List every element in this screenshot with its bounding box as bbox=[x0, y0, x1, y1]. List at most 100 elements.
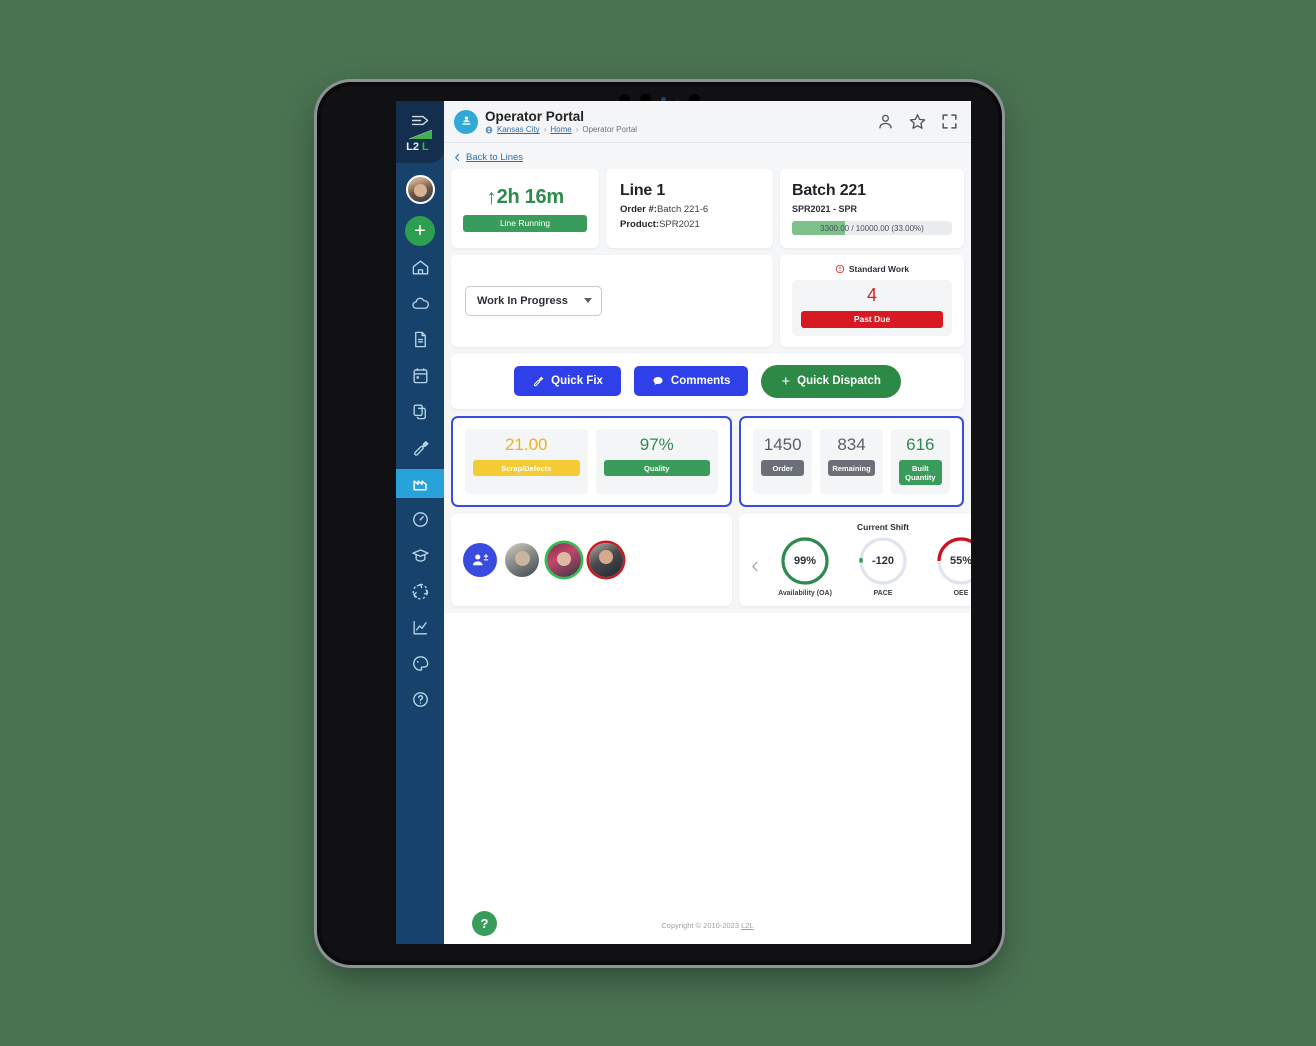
plus-icon: + bbox=[781, 372, 791, 390]
batch-progress-bar: 3300.00 / 10000.00 (33.00%) bbox=[792, 221, 952, 235]
gauge-availability[interactable]: 99% Availability (OA) bbox=[767, 535, 843, 597]
work-in-progress-card: Work In Progress bbox=[451, 255, 773, 347]
gauge-value: -120 bbox=[871, 555, 895, 568]
operator-glyph bbox=[461, 116, 471, 125]
operator-avatar-1[interactable] bbox=[505, 543, 539, 578]
gauge-ring: 55% bbox=[935, 535, 971, 587]
sidebar-item-cloud[interactable] bbox=[396, 289, 444, 318]
comments-label: Comments bbox=[670, 375, 731, 388]
chevron-left-icon bbox=[455, 154, 460, 161]
fullscreen-icon[interactable] bbox=[940, 112, 959, 131]
batch-progress-text: 3300.00 / 10000.00 (33.00%) bbox=[820, 223, 924, 233]
line-status-badge: Line Running bbox=[463, 214, 587, 232]
breadcrumb-separator-1: › bbox=[543, 125, 547, 135]
alert-circle-icon bbox=[835, 264, 845, 274]
built-qty-value: 616 bbox=[906, 434, 935, 454]
product-label: Product: bbox=[620, 219, 660, 230]
line-chart-icon bbox=[412, 621, 427, 635]
gauge-oee[interactable]: 55% OEE bbox=[923, 535, 971, 597]
app-header: Operator Portal Kansas City › Home › Ope… bbox=[444, 101, 971, 143]
copyright-brand[interactable]: L2L bbox=[741, 921, 754, 930]
order-row: Order #:Batch 221-6 bbox=[620, 204, 759, 215]
breadcrumb-site[interactable]: Kansas City bbox=[497, 125, 540, 134]
kpi-tile[interactable]: 834 Remaining bbox=[820, 428, 883, 495]
shift-prev-button[interactable] bbox=[745, 560, 765, 573]
sidebar-item-production[interactable] bbox=[396, 469, 444, 498]
user-icon[interactable] bbox=[876, 112, 895, 131]
back-to-lines[interactable]: Back to Lines bbox=[451, 149, 964, 169]
sidebar-item-help[interactable] bbox=[396, 685, 444, 714]
tablet-device-frame: L2 L + Operator Portal Kansas City › Hom… bbox=[317, 82, 1002, 965]
question-circle-icon bbox=[412, 692, 428, 707]
action-buttons-card: Quick Fix Comments + Quick Dispatch bbox=[451, 353, 964, 409]
runtime-value-row: ↑ 2h 16m bbox=[486, 186, 564, 209]
kpi-row: 21.00 Scrap/Defects 97% Quality 1450 Ord… bbox=[451, 415, 964, 508]
svg-text:L2: L2 bbox=[406, 141, 419, 152]
quality-kpi-card[interactable]: 21.00 Scrap/Defects 97% Quality bbox=[451, 415, 732, 508]
help-button[interactable]: ? bbox=[472, 911, 497, 936]
sidebar-item-maintenance[interactable] bbox=[396, 433, 444, 462]
quick-dispatch-button[interactable]: + Quick Dispatch bbox=[761, 364, 901, 398]
sidebar-item-analytics[interactable] bbox=[396, 613, 444, 642]
operator-avatar-2[interactable] bbox=[547, 543, 581, 578]
sidebar-user-avatar[interactable] bbox=[405, 175, 435, 204]
document-icon bbox=[414, 331, 426, 348]
sidebar-item-theme[interactable] bbox=[396, 649, 444, 678]
recycle-icon bbox=[412, 583, 428, 600]
kpi-tile[interactable]: 1450 Order bbox=[753, 428, 813, 495]
copy-icon bbox=[412, 404, 426, 420]
scrap-value: 21.00 bbox=[504, 434, 548, 454]
sidebar-item-cycle[interactable] bbox=[396, 577, 444, 606]
breadcrumb-separator-2: › bbox=[575, 125, 579, 135]
quick-dispatch-label: Quick Dispatch bbox=[797, 375, 881, 388]
quick-fix-button[interactable]: Quick Fix bbox=[514, 366, 621, 397]
header-actions bbox=[876, 112, 959, 131]
arrow-up-icon: ↑ bbox=[486, 185, 497, 209]
work-status-value: Work In Progress bbox=[477, 294, 568, 307]
comments-button[interactable]: Comments bbox=[633, 366, 749, 397]
breadcrumb-home[interactable]: Home bbox=[550, 125, 571, 134]
shift-gauges: 99% Availability (OA) -120 PACE 55% OEE bbox=[745, 535, 971, 597]
order-value: Batch 221-6 bbox=[656, 204, 709, 215]
breadcrumb: Kansas City › Home › Operator Portal bbox=[485, 125, 876, 134]
back-to-lines-label[interactable]: Back to Lines bbox=[466, 152, 523, 163]
sidebar-brand[interactable]: L2 L bbox=[396, 101, 444, 163]
sidebar-item-training[interactable] bbox=[396, 541, 444, 570]
runtime-card: ↑ 2h 16m Line Running bbox=[451, 169, 599, 248]
operator-badge-icon bbox=[454, 109, 478, 134]
page-title: Operator Portal bbox=[485, 108, 585, 124]
sidebar-item-clipboard[interactable] bbox=[396, 397, 444, 426]
shift-title: Current Shift bbox=[857, 522, 909, 533]
chevron-left-icon bbox=[751, 561, 758, 572]
menu-collapse-icon[interactable] bbox=[411, 114, 430, 127]
gauge-label: OEE bbox=[953, 590, 969, 598]
graduation-cap-icon bbox=[411, 549, 429, 562]
kpi-tile[interactable]: 97% Quality bbox=[595, 428, 718, 495]
sidebar-add-button[interactable]: + bbox=[405, 216, 435, 246]
page-body: Back to Lines ↑ 2h 16m Line Running Line… bbox=[444, 143, 971, 944]
production-kpi-card[interactable]: 1450 Order 834 Remaining 616 Built Quant… bbox=[739, 415, 964, 508]
gauge-pace[interactable]: -120 PACE bbox=[845, 535, 921, 597]
line-name: Line 1 bbox=[620, 182, 666, 199]
kpi-tile[interactable]: 616 Built Quantity bbox=[890, 428, 950, 495]
remaining-value: 834 bbox=[837, 434, 866, 454]
current-shift-card: Current Shift 99% Availability (OA) -120… bbox=[739, 514, 971, 607]
l2l-logo: L2 L bbox=[406, 129, 434, 152]
chevron-down-icon bbox=[583, 298, 592, 304]
work-status-select[interactable]: Work In Progress bbox=[465, 285, 602, 316]
sidebar-item-documents[interactable] bbox=[396, 325, 444, 354]
product-row: Product:SPR2021 bbox=[620, 219, 759, 230]
standard-work-header: Standard Work bbox=[792, 264, 952, 274]
standard-work-stat[interactable]: 4 Past Due bbox=[792, 280, 952, 336]
operator-avatar-3[interactable] bbox=[589, 543, 623, 578]
sidebar-item-performance[interactable] bbox=[396, 505, 444, 534]
line-info-card: Line 1 Order #:Batch 221-6 Product:SPR20… bbox=[606, 169, 773, 248]
sidebar-item-home[interactable] bbox=[396, 253, 444, 282]
scrap-label: Scrap/Defects bbox=[473, 460, 580, 477]
sidebar-item-calendar[interactable] bbox=[396, 361, 444, 390]
order-qty-label: Order bbox=[761, 460, 805, 477]
built-qty-label: Built Quantity bbox=[898, 460, 942, 486]
add-user-button[interactable] bbox=[463, 543, 497, 578]
star-icon[interactable] bbox=[908, 112, 927, 131]
kpi-tile[interactable]: 21.00 Scrap/Defects bbox=[465, 428, 588, 495]
